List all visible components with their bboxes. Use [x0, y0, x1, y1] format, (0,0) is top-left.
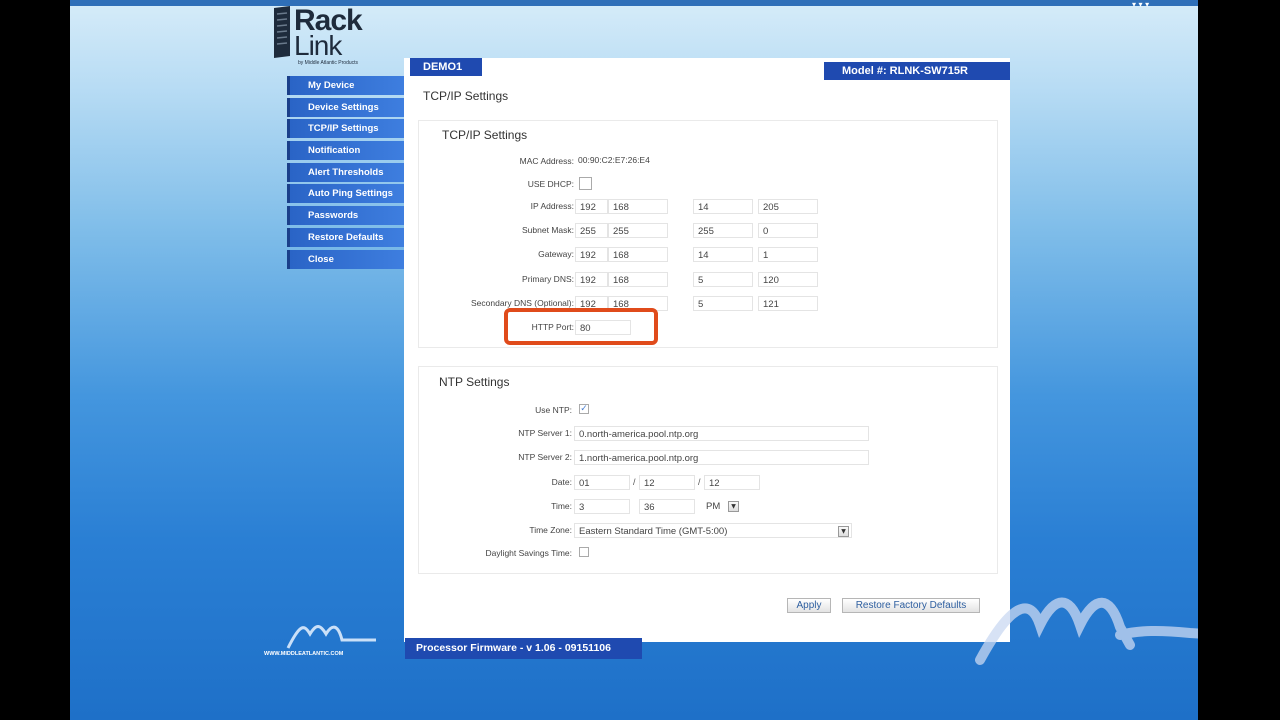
time-zone-label: Time Zone: [529, 525, 572, 535]
ntp-server-2-label: NTP Server 2: [518, 452, 572, 462]
ntp-server-1-input[interactable]: 0.north-america.pool.ntp.org [574, 426, 869, 441]
gateway-octet-3[interactable]: 14 [693, 247, 753, 262]
ntp-section-title: NTP Settings [439, 375, 510, 389]
time-zone-select[interactable]: Eastern Standard Time (GMT-5:00) [574, 523, 852, 538]
sidebar-nav: My Device Device Settings TCP/IP Setting… [287, 76, 408, 271]
restore-factory-defaults-button[interactable]: Restore Factory Defaults [842, 598, 980, 613]
primary-dns-octet-3[interactable]: 5 [693, 272, 753, 287]
model-number-badge: Model #: RLNK-SW715R [824, 62, 1010, 80]
page-title: TCP/IP Settings [423, 89, 509, 103]
primary-dns-octet-1[interactable]: 192 [575, 272, 608, 287]
date-year-input[interactable]: 12 [704, 475, 760, 490]
ip-address-octet-2[interactable]: 168 [608, 199, 668, 214]
primary-dns-label: Primary DNS: [522, 274, 574, 284]
apply-button[interactable]: Apply [787, 598, 831, 613]
primary-dns-octet-2[interactable]: 168 [608, 272, 668, 287]
daylight-savings-checkbox[interactable] [579, 547, 589, 557]
secondary-dns-octet-3[interactable]: 5 [693, 296, 753, 311]
gateway-octet-1[interactable]: 192 [575, 247, 608, 262]
racklink-logo: Rack Link by Middle Atlantic Products [268, 4, 408, 68]
chevron-down-icon[interactable]: ▼ [838, 526, 849, 537]
daylight-savings-label: Daylight Savings Time: [485, 548, 572, 558]
date-separator-1: / [633, 477, 636, 487]
subnet-mask-label: Subnet Mask: [522, 225, 574, 235]
logo-tagline: by Middle Atlantic Products [298, 60, 359, 66]
subnet-mask-octet-4[interactable]: 0 [758, 223, 818, 238]
time-hour-input[interactable]: 3 [574, 499, 630, 514]
date-day-input[interactable]: 12 [639, 475, 695, 490]
date-separator-2: / [698, 477, 701, 487]
middle-atlantic-footer-logo: WWW.MIDDLEATLANTIC.COM [260, 620, 400, 660]
time-label: Time: [551, 501, 572, 511]
firmware-version-bar: Processor Firmware - v 1.06 - 09151106 [405, 638, 642, 659]
dhcp-label: USE DHCP: [527, 179, 574, 189]
sidebar-item-tcpip-settings[interactable]: TCP/IP Settings [287, 119, 408, 139]
sidebar-item-notification[interactable]: Notification [287, 141, 408, 161]
sidebar-item-close[interactable]: Close [287, 249, 408, 269]
sidebar-item-alert-thresholds[interactable]: Alert Thresholds [287, 162, 408, 182]
sidebar-item-auto-ping-settings[interactable]: Auto Ping Settings [287, 184, 408, 204]
ma-logo-icon [286, 625, 376, 649]
secondary-dns-label: Secondary DNS (Optional): [471, 298, 574, 308]
http-port-highlight [504, 308, 658, 345]
time-minute-input[interactable]: 36 [639, 499, 695, 514]
date-label: Date: [551, 477, 572, 487]
logo-link-text: Link [294, 30, 342, 61]
rack-logo-icon [274, 6, 290, 58]
device-name-tab: DEMO1 [410, 58, 482, 76]
ampm-select[interactable]: PM [702, 499, 726, 514]
use-ntp-label: Use NTP: [535, 405, 572, 415]
subnet-mask-octet-3[interactable]: 255 [693, 223, 753, 238]
monitor-screen: ▾ ▾ ▾ Rack Link by Middle Atlantic Produ… [70, 0, 1198, 720]
tcpip-section-title: TCP/IP Settings [442, 128, 528, 142]
ntp-server-1-label: NTP Server 1: [518, 428, 572, 438]
browser-top-strip [70, 0, 1198, 6]
sidebar-item-device-settings[interactable]: Device Settings [287, 97, 408, 117]
ip-address-octet-4[interactable]: 205 [758, 199, 818, 214]
ip-address-octet-1[interactable]: 192 [575, 199, 608, 214]
ntp-section [418, 366, 998, 574]
window-controls-icon: ▾ ▾ ▾ [1132, 0, 1150, 9]
subnet-mask-octet-2[interactable]: 255 [608, 223, 668, 238]
sidebar-item-restore-defaults[interactable]: Restore Defaults [287, 227, 408, 247]
subnet-mask-octet-1[interactable]: 255 [575, 223, 608, 238]
sidebar-item-passwords[interactable]: Passwords [287, 206, 408, 226]
use-ntp-checkbox[interactable]: ✓ [579, 404, 589, 414]
dhcp-checkbox[interactable] [579, 177, 592, 190]
gateway-octet-2[interactable]: 168 [608, 247, 668, 262]
gateway-octet-4[interactable]: 1 [758, 247, 818, 262]
middle-atlantic-watermark-icon [975, 597, 1198, 665]
date-month-input[interactable]: 01 [574, 475, 630, 490]
ntp-server-2-input[interactable]: 1.north-america.pool.ntp.org [574, 450, 869, 465]
chevron-down-icon[interactable]: ▼ [728, 501, 739, 512]
ip-address-octet-3[interactable]: 14 [693, 199, 753, 214]
mac-address-value: 00:90:C2:E7:26:E4 [578, 155, 650, 165]
website-url: WWW.MIDDLEATLANTIC.COM [264, 651, 344, 657]
secondary-dns-octet-4[interactable]: 121 [758, 296, 818, 311]
sidebar-item-my-device[interactable]: My Device [287, 76, 408, 95]
gateway-label: Gateway: [538, 249, 574, 259]
mac-address-label: MAC Address: [519, 156, 574, 166]
ip-address-label: IP Address: [530, 201, 574, 211]
primary-dns-octet-4[interactable]: 120 [758, 272, 818, 287]
